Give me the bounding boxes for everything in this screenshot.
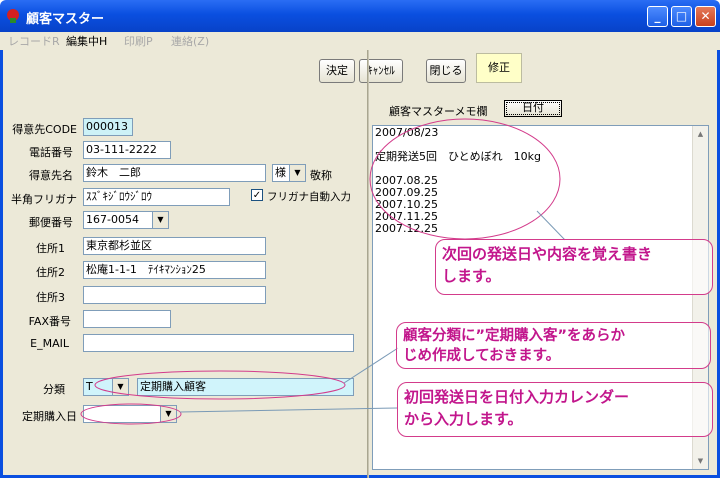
date-connector-line — [179, 407, 399, 413]
memo-callout: 次回の発送日や内容を覚え書き します。 — [435, 239, 713, 295]
memo-highlight-ellipse — [369, 118, 561, 240]
memo-connector-line — [536, 210, 566, 241]
category-highlight-ellipse — [94, 370, 346, 400]
date-highlight-ellipse — [80, 403, 182, 425]
category-callout: 顧客分類に”定期購入客”をあらか じめ作成しておきます。 — [396, 322, 711, 369]
category-connector-line — [343, 347, 399, 384]
date-callout: 初回発送日を日付入力カレンダー から入力します。 — [397, 382, 713, 437]
